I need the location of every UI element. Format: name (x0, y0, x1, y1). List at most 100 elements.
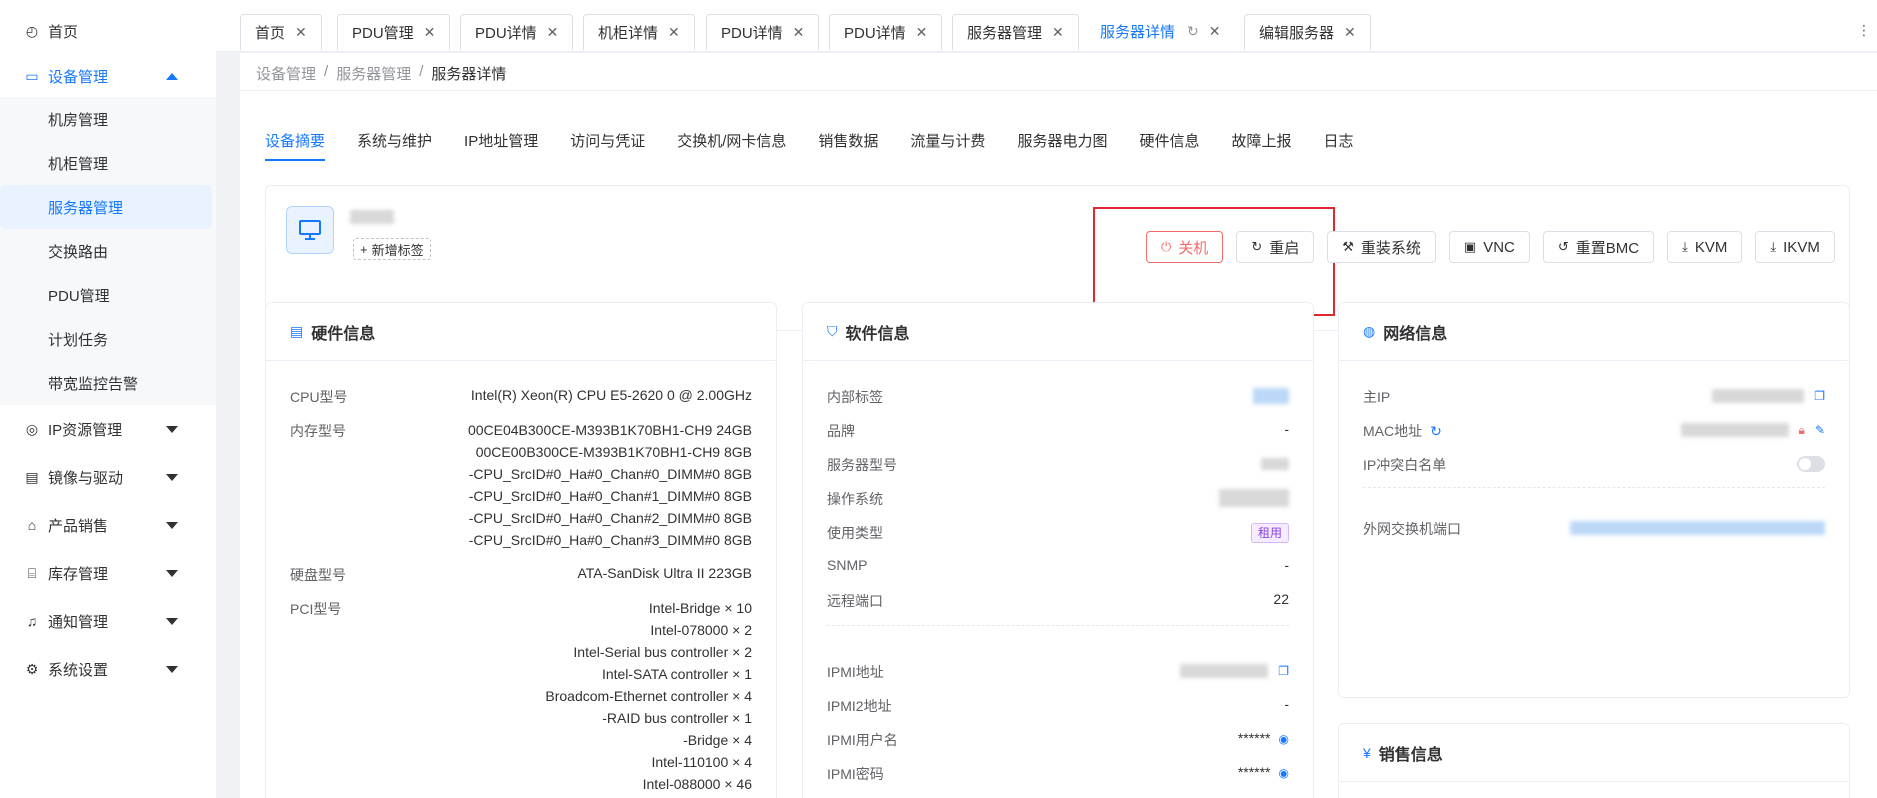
close-icon[interactable]: ✕ (547, 24, 559, 41)
divider (827, 625, 1289, 626)
sidebar-item-label: 设备管理 (48, 68, 109, 86)
tab-pdu-detail-3[interactable]: PDU详情 ✕ (829, 14, 943, 50)
field-value: ❐ (1180, 662, 1289, 679)
list-icon: ▤ (290, 323, 304, 339)
close-icon[interactable]: ✕ (668, 24, 680, 41)
sidebar-item-device-management[interactable]: ▭ 设备管理 (0, 55, 216, 97)
refresh-icon[interactable]: ↻ (1430, 423, 1442, 439)
ptab-log[interactable]: 日志 (1323, 127, 1353, 167)
yen-icon: ¥ (1363, 744, 1371, 761)
breadcrumb-item[interactable]: 设备管理 (256, 63, 316, 84)
breadcrumb-item[interactable]: 服务器管理 (336, 63, 411, 84)
close-icon[interactable]: ✕ (793, 24, 805, 41)
list-item: -CPU_SrcID#0_Ha#0_Chan#2_DIMM#0 8GB (468, 510, 752, 526)
ptab-hardware[interactable]: 硬件信息 (1139, 127, 1199, 167)
field-value: ****** ◉ (1238, 730, 1289, 746)
ptab-summary[interactable]: 设备摘要 (265, 127, 326, 167)
monitor-icon: ▭ (25, 67, 39, 84)
sidebar-item-home[interactable]: ◴ 首页 (0, 7, 216, 55)
field-value: 22 (1273, 591, 1289, 607)
kvm-button[interactable]: ⤓ KVM (1667, 231, 1743, 263)
tab-home[interactable]: 首页 ✕ (240, 14, 322, 50)
tab-label: 机柜详情 (598, 25, 659, 42)
list-item: Broadcom-Ethernet controller × 4 (545, 688, 752, 704)
shield-icon: ⛉ (827, 323, 838, 339)
close-icon[interactable]: ✕ (1209, 23, 1221, 40)
tab-label: PDU详情 (844, 25, 906, 42)
copy-icon[interactable]: ❐ (1278, 664, 1289, 678)
ptab-switch[interactable]: 交换机/网卡信息 (677, 127, 786, 167)
restart-button[interactable]: ↻ 重启 (1236, 231, 1315, 263)
field-label: 硬盘型号 (290, 567, 346, 583)
sidebar-item-pdu[interactable]: PDU管理 (0, 273, 216, 317)
ikvm-button[interactable]: ⤓ IKVM (1755, 231, 1835, 263)
field-label: IPMI2地址 (827, 698, 892, 714)
add-tag-button[interactable]: + 新增标签 (353, 238, 431, 260)
ptab-access[interactable]: 访问与凭证 (570, 127, 645, 167)
pci-values: Intel-Bridge × 10 Intel-078000 × 2 Intel… (545, 597, 752, 795)
card-title: 网络信息 (1383, 325, 1448, 343)
refresh-icon[interactable]: ↻ (1187, 23, 1199, 40)
tab-server-detail[interactable]: 服务器详情 ↻ ✕ (1085, 14, 1236, 50)
copy-icon[interactable]: ❐ (1814, 389, 1825, 403)
sidebar-item-label: 产品销售 (48, 517, 109, 535)
tab-pdu-detail[interactable]: PDU详情 ✕ (460, 14, 574, 50)
list-item: Intel-088000 × 46 (642, 776, 752, 792)
more-icon[interactable]: ⋮ (1857, 22, 1871, 39)
sidebar-item-cabinet[interactable]: 机柜管理 (0, 141, 216, 185)
mac-label: MAC地址 (1363, 423, 1423, 439)
eye-icon[interactable]: ◉ (1279, 766, 1289, 780)
sidebar-item-settings[interactable]: ⚙ 系统设置 (0, 645, 216, 693)
chevron-up-icon (166, 73, 178, 80)
sidebar-item-notify[interactable]: ♫ 通知管理 (0, 597, 216, 645)
lock-icon[interactable]: 🔒︎ (1799, 423, 1805, 437)
field-value: ❐ (1712, 387, 1825, 404)
sidebar-item-room[interactable]: 机房管理 (0, 97, 216, 141)
refresh-icon: ↻ (1251, 239, 1263, 254)
ptab-ip[interactable]: IP地址管理 (464, 127, 538, 167)
sidebar-item-inventory[interactable]: ⌸ 库存管理 (0, 549, 216, 597)
shop-icon: ⌂ (27, 517, 37, 533)
ptab-traffic[interactable]: 流量与计费 (910, 127, 985, 167)
tabs-bar: 首页 ✕ PDU管理 ✕ PDU详情 ✕ 机柜详情 ✕ PDU详情 ✕ PDU详情 ✕ 服务… (216, 0, 1877, 52)
edit-icon[interactable]: ✎ (1815, 423, 1825, 437)
breadcrumb-separator: / (419, 63, 424, 80)
eye-icon[interactable]: ◉ (1279, 732, 1289, 746)
tab-server-management[interactable]: 服务器管理 ✕ (952, 14, 1079, 50)
sidebar-item-schedule[interactable]: 计划任务 (0, 317, 216, 361)
sidebar-item-switch[interactable]: 交换路由 (0, 229, 216, 273)
button-label: 重置BMC (1575, 239, 1640, 257)
ptab-power[interactable]: 服务器电力图 (1017, 127, 1107, 167)
close-icon[interactable]: ✕ (424, 24, 436, 41)
whitelist-toggle[interactable] (1797, 456, 1825, 473)
tab-edit-server[interactable]: 编辑服务器 ✕ (1244, 14, 1371, 50)
tab-label: 编辑服务器 (1259, 25, 1335, 42)
sidebar-item-ip[interactable]: ◎ IP资源管理 (0, 405, 216, 453)
reinstall-button[interactable]: ⚒ 重装系统 (1327, 231, 1436, 263)
close-icon[interactable]: ✕ (295, 24, 307, 41)
tab-cabinet-detail[interactable]: 机柜详情 ✕ (583, 14, 695, 50)
button-label: 重启 (1269, 239, 1300, 257)
close-icon[interactable]: ✕ (916, 24, 928, 41)
field-label: 服务器型号 (827, 457, 897, 473)
sidebar-item-sales[interactable]: ⌂ 产品销售 (0, 501, 216, 549)
sidebar: ◴ 首页 ▭ 设备管理 机房管理 机柜管理 服务器管理 交换路由 PDU管理 计… (0, 0, 216, 798)
ptab-system[interactable]: 系统与维护 (357, 127, 432, 167)
sidebar-item-server[interactable]: 服务器管理 (0, 185, 212, 229)
close-icon[interactable]: ✕ (1344, 24, 1356, 41)
chevron-down-icon (166, 618, 178, 625)
reset-bmc-button[interactable]: ↺ 重置BMC (1542, 231, 1655, 263)
tab-pdu-detail-2[interactable]: PDU详情 ✕ (706, 14, 820, 50)
tab-pdu-management[interactable]: PDU管理 ✕ (337, 14, 451, 50)
shutdown-button[interactable]: ⏻ 关机 (1146, 231, 1224, 263)
close-icon[interactable]: ✕ (1052, 24, 1064, 41)
list-item: Intel-Serial bus controller × 2 (573, 644, 752, 660)
tab-label: 服务器详情 (1100, 24, 1176, 41)
vnc-button[interactable]: ▣ VNC (1448, 231, 1530, 263)
bell-icon: ♫ (26, 613, 38, 629)
ptab-fault[interactable]: 故障上报 (1231, 127, 1291, 167)
ptab-sales[interactable]: 销售数据 (818, 127, 878, 167)
action-buttons: ⏻ 关机 ↻ 重启 ⚒ 重装系统 ▣ VNC ↺ 重置BMC ⤓ KVM ⤓ IKVM (1146, 231, 1835, 263)
sidebar-item-image[interactable]: ▤ 镜像与驱动 (0, 453, 216, 501)
sidebar-item-bandwidth[interactable]: 带宽监控告警 (0, 361, 216, 405)
